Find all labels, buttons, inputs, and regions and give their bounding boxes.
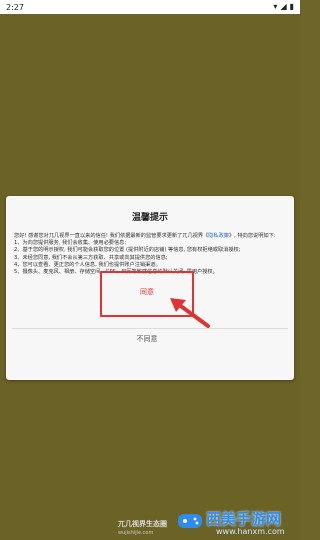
dialog-title: 温馨提示 [131,213,168,223]
dialog-divider [12,328,288,329]
status-time: 2:27 [6,2,24,12]
privacy-policy-link[interactable]: 隐私政策 [208,233,229,239]
signal-icon: ◢ [280,2,287,11]
battery-icon: ▮ [289,2,294,11]
list-item: 3、未经您同意, 我们不会从第三方获取、共享或向其提供您的信息; [14,254,168,261]
pointer-arrow-icon [170,298,210,328]
intro-text-1: 您好! 感谢您对兀几视界一直以来的信任! 我们依据最新的监管要求更新了兀几视界《 [14,233,209,239]
status-icons: ▾ ◢ ▮ [273,3,294,11]
wifi-icon: ▾ [273,2,278,11]
footer-subtitle: wujishijie.com [118,530,154,536]
watermark-title: 西美手游网 [206,510,282,528]
list-item: 4、您可以查看、更正您的个人信息, 我们也提供账户注销渠道。 [14,261,161,268]
status-bar: 2:27 ▾ ◢ ▮ [0,0,300,14]
watermark: 西美手游网 www.hanxm.com [172,500,300,540]
decline-button[interactable]: 不同意 [100,332,194,346]
watermark-url: www.hanxm.com [216,527,285,536]
gamepad-logo-icon [178,514,202,528]
list-item: 2、基于您的明示授权, 我们可能会获取您的位置 (提供附近的店铺) 等信息, 您… [14,247,241,254]
footer-title: 兀几视界生态圈 [118,520,167,528]
intro-text-2: 》, 特向您说明如下: [228,233,276,239]
dialog-body: 您好! 感谢您对兀几视界一直以来的信任! 我们依据最新的监管要求更新了兀几视界《… [14,233,286,276]
